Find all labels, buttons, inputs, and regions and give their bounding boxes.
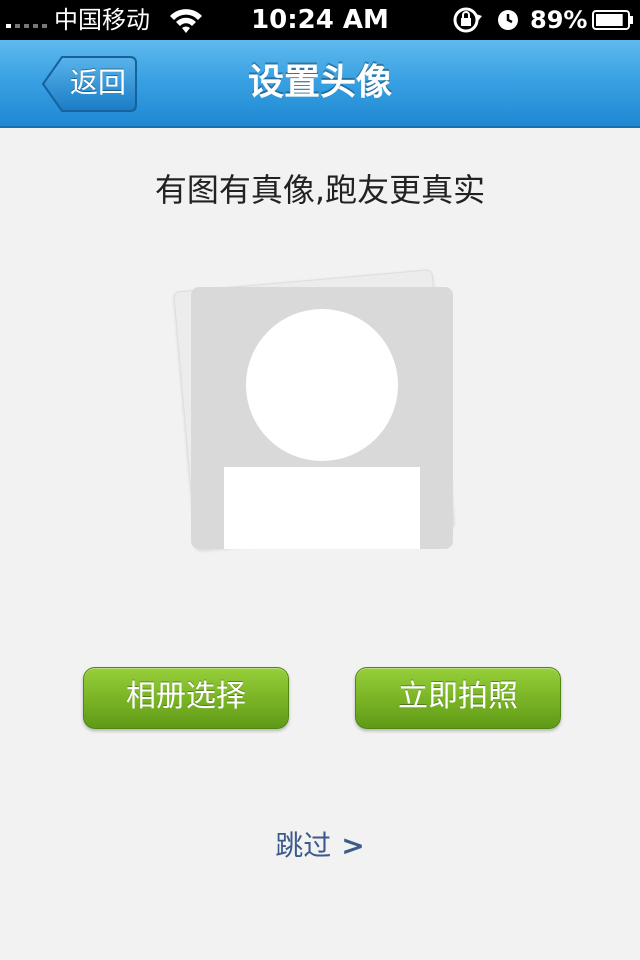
battery-icon — [592, 10, 633, 30]
page-title: 设置头像 — [247, 62, 392, 103]
avatar-body-shape — [224, 467, 420, 549]
battery-percent: 89% — [530, 6, 588, 34]
rotation-lock-icon — [453, 7, 482, 33]
nav-bar: 返回 设置头像 — [0, 40, 640, 128]
subtitle-text: 有图有真像,跑友更真实 — [154, 171, 486, 209]
skip-label: 跳过 — [275, 829, 332, 862]
avatar-head-shape — [246, 309, 398, 461]
avatar-placeholder[interactable] — [173, 269, 476, 570]
skip-link[interactable]: 跳过 > — [0, 826, 640, 866]
alarm-icon — [498, 10, 518, 30]
take-photo-button[interactable]: 立即拍照 — [355, 667, 561, 729]
album-select-button[interactable]: 相册选择 — [83, 667, 289, 729]
skip-arrow-icon: > — [341, 829, 365, 862]
avatar-placeholder-icon — [191, 287, 453, 549]
status-bar: 中国移动 10:24 AM 89% — [0, 0, 640, 40]
